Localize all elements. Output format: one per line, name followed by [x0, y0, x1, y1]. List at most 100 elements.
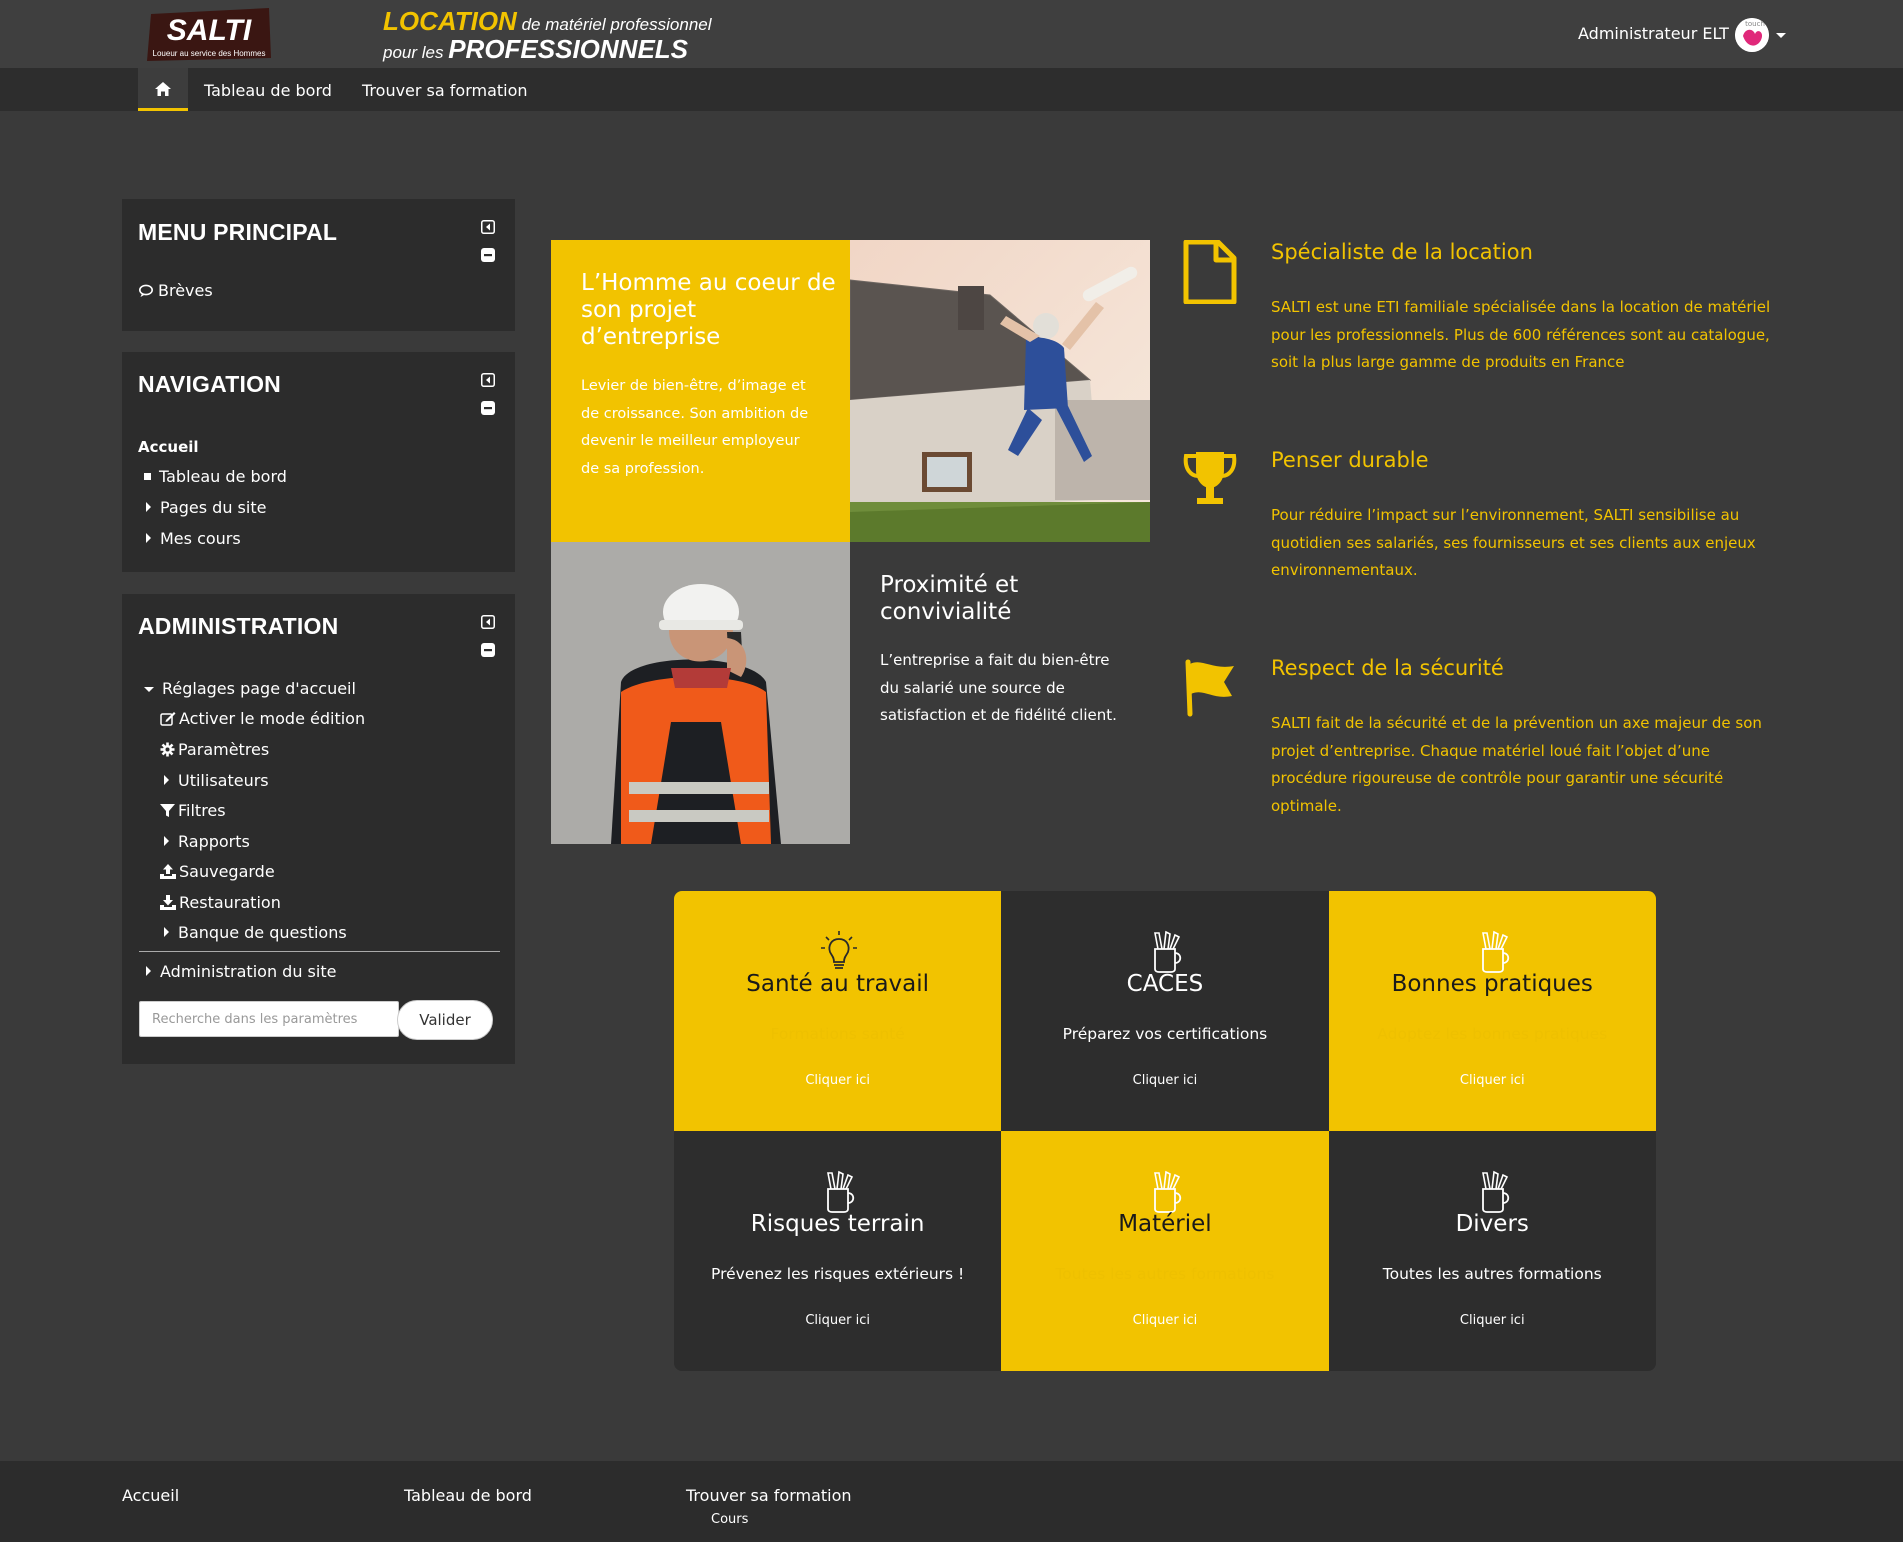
tile-materiel[interactable]: Matériel Toutes les autres formations Cl…: [1001, 1131, 1329, 1371]
tile-link[interactable]: Cliquer ici: [1329, 1073, 1656, 1088]
nav-item-my-courses[interactable]: Mes cours: [146, 529, 241, 548]
nav-root-home[interactable]: Accueil: [138, 438, 199, 456]
footer-link-find-training[interactable]: Trouver sa formation: [686, 1486, 852, 1505]
pencil-cup-icon: [1481, 930, 1509, 973]
tile-title: Matériel: [1118, 1211, 1212, 1237]
tile-bonnes-pratiques[interactable]: Bonnes pratiques Adoptez les bonnes prat…: [1328, 891, 1656, 1131]
admin-item-filters[interactable]: Filtres: [160, 801, 226, 820]
tile-caces[interactable]: CACES Préparez vos certifications Clique…: [1001, 891, 1329, 1131]
admin-item-label: Paramètres: [178, 740, 270, 759]
filter-icon: [160, 804, 175, 817]
nav-item-label: Mes cours: [160, 529, 241, 548]
admin-item-label: Filtres: [178, 801, 226, 820]
admin-item-label: Banque de questions: [178, 923, 347, 942]
feature-title: Respect de la sécurité: [1271, 656, 1504, 680]
slogan-pre-2: pour les: [383, 43, 449, 62]
divider: [139, 951, 500, 952]
tile-risques-terrain[interactable]: Risques terrain Prévenez les risques ext…: [674, 1131, 1002, 1371]
salti-logo[interactable]: SALTI Loueur au service des Hommes: [145, 6, 275, 63]
settings-search-input[interactable]: [140, 1002, 398, 1036]
validate-button[interactable]: Valider: [397, 1000, 493, 1040]
tile-title: CACES: [1126, 971, 1204, 997]
admin-item-backup[interactable]: Sauvegarde: [160, 862, 275, 881]
flag-icon: [1185, 659, 1234, 717]
slogan-professionnels: PROFESSIONNELS: [448, 34, 689, 64]
nav-link-find-training[interactable]: Trouver sa formation: [362, 81, 528, 100]
admin-item-label: Sauvegarde: [179, 862, 275, 881]
caret-right-icon: [164, 775, 169, 785]
nav-item-site-pages[interactable]: Pages du site: [146, 498, 266, 517]
tile-link[interactable]: Cliquer ici: [1329, 1313, 1656, 1328]
dock-icon[interactable]: [481, 220, 495, 234]
training-tiles: Santé au travail Formations santé Clique…: [674, 891, 1656, 1371]
tile-subtitle: Adoptez les bonnes pratiques: [1377, 1025, 1608, 1043]
tile-link[interactable]: Cliquer ici: [674, 1073, 1001, 1088]
user-menu[interactable]: Administrateur ELT: [1578, 24, 1729, 43]
main-nav: Tableau de bord Trouver sa formation: [0, 68, 1903, 111]
dock-icon[interactable]: [481, 373, 495, 387]
caret-right-icon: [164, 836, 169, 846]
admin-item-edit-mode[interactable]: Activer le mode édition: [160, 709, 365, 728]
admin-item-label: Activer le mode édition: [179, 709, 366, 728]
caret-right-icon: [164, 927, 169, 937]
tile-link[interactable]: Cliquer ici: [674, 1313, 1001, 1328]
feature-text: SALTI est une ETI familiale spécialisée …: [1271, 298, 1771, 371]
admin-item-site-admin[interactable]: Administration du site: [146, 962, 336, 981]
promo-title: L’Homme au coeur de son projet d’entrepr…: [581, 270, 836, 350]
block-navigation: NAVIGATION Accueil Tableau de bord Pages…: [122, 352, 515, 572]
slogan-location: LOCATION: [383, 6, 517, 36]
block-title: NAVIGATION: [138, 371, 281, 397]
tile-link[interactable]: Cliquer ici: [1001, 1313, 1328, 1328]
pencil-cup-icon: [1481, 1170, 1509, 1213]
chevron-down-icon[interactable]: [1776, 33, 1786, 38]
settings-search-field[interactable]: [139, 1001, 399, 1037]
menu-item-label: Brèves: [158, 281, 213, 300]
admin-item-reports[interactable]: Rapports: [164, 832, 250, 851]
admin-section-frontpage[interactable]: Réglages page d'accueil: [144, 679, 356, 698]
menu-item-breves[interactable]: Brèves: [139, 281, 213, 300]
avatar[interactable]: touch: [1735, 18, 1769, 52]
caret-down-icon: [144, 687, 154, 692]
logo-text: SALTI: [167, 14, 252, 47]
tile-sante-au-travail[interactable]: Santé au travail Formations santé Clique…: [674, 891, 1002, 1131]
nav-link-dashboard[interactable]: Tableau de bord: [204, 81, 332, 100]
nav-item-dashboard[interactable]: Tableau de bord: [144, 467, 287, 486]
photo-worker-on-phone: [551, 542, 850, 844]
slogan: LOCATION de matériel professionnel pour …: [383, 4, 713, 64]
admin-item-users[interactable]: Utilisateurs: [164, 771, 269, 790]
tile-link[interactable]: Cliquer ici: [1001, 1073, 1328, 1088]
collapse-icon[interactable]: [481, 643, 495, 657]
dock-icon[interactable]: [481, 615, 495, 629]
nav-home-button[interactable]: [138, 68, 188, 111]
feature-title: Penser durable: [1271, 448, 1429, 472]
collapse-icon[interactable]: [481, 248, 495, 262]
logo-tagline: Loueur au service des Hommes: [153, 49, 266, 58]
tile-title: Divers: [1455, 1211, 1529, 1237]
admin-item-label: Rapports: [178, 832, 250, 851]
tile-subtitle: Formations santé: [770, 1025, 905, 1043]
lightbulb-icon: [821, 931, 857, 969]
avatar-text: touch: [1745, 20, 1765, 28]
top-header: SALTI Loueur au service des Hommes LOCAT…: [0, 0, 1903, 68]
nav-item-label: Tableau de bord: [159, 467, 287, 486]
block-title: ADMINISTRATION: [138, 613, 339, 639]
admin-item-restore[interactable]: Restauration: [160, 893, 281, 912]
promo-card-human: L’Homme au coeur de son projet d’entrepr…: [551, 240, 850, 542]
block-administration: ADMINISTRATION Réglages page d'accueil A…: [122, 594, 515, 1064]
bullet-icon: [144, 473, 151, 480]
admin-item-settings[interactable]: Paramètres: [160, 740, 269, 759]
block-title: MENU PRINCIPAL: [138, 219, 338, 245]
edit-icon: [160, 712, 176, 726]
pencil-cup-icon: [1154, 930, 1182, 973]
tile-title: Bonnes pratiques: [1391, 971, 1593, 997]
admin-item-question-bank[interactable]: Banque de questions: [164, 923, 347, 942]
tile-divers[interactable]: Divers Toutes les autres formations Cliq…: [1328, 1131, 1656, 1371]
collapse-icon[interactable]: [481, 401, 495, 415]
footer-link-dashboard[interactable]: Tableau de bord: [404, 1486, 532, 1505]
tile-title: Risques terrain: [750, 1211, 925, 1237]
admin-item-label: Restauration: [179, 893, 281, 912]
promo-text: Levier de bien-être, d’image et de crois…: [581, 378, 809, 477]
footer-link-courses[interactable]: Cours: [711, 1512, 748, 1527]
download-icon: [160, 895, 176, 910]
footer-link-home[interactable]: Accueil: [122, 1486, 179, 1505]
